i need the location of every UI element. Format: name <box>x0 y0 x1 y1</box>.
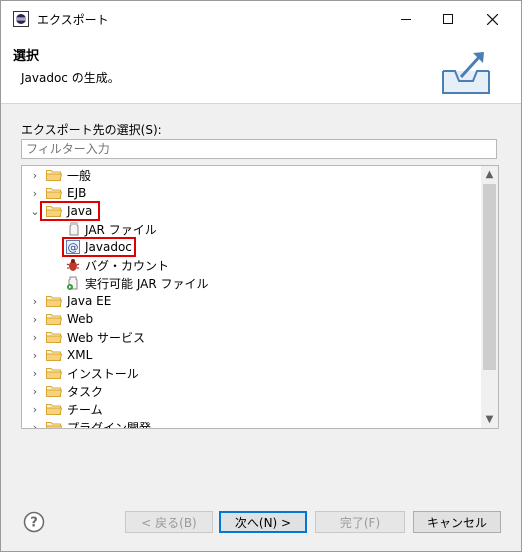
minimize-icon <box>401 19 411 20</box>
tree-item-label: タスク <box>67 384 104 399</box>
help-icon[interactable]: ? <box>23 511 45 533</box>
tree-item-label: EJB <box>67 186 87 200</box>
folder-icon <box>46 314 62 325</box>
folder-icon <box>46 386 62 397</box>
close-button[interactable] <box>469 1 515 37</box>
tree-scrollbar[interactable]: ▲ ▼ <box>481 166 498 428</box>
scroll-up-arrow-icon[interactable]: ▲ <box>481 166 498 183</box>
tree-item-label: チーム <box>67 402 103 417</box>
export-dialog: エクスポート 選択 Javadoc の生成。 エクスポート先の選択(S): › <box>0 0 522 552</box>
tree-item-label: 一般 <box>67 168 92 183</box>
tree-item-label: JAR ファイル <box>85 222 157 237</box>
folder-icon <box>46 368 62 379</box>
tree-item-general[interactable]: › 一般 <box>22 166 482 184</box>
tree-item-label: XML <box>67 348 93 362</box>
tree-item-bug-count[interactable]: バグ・カウント <box>22 256 482 274</box>
java-highlight-box <box>40 201 100 221</box>
jar-file-icon <box>69 222 79 236</box>
folder-icon <box>46 188 62 199</box>
scrollbar-thumb[interactable] <box>483 184 496 370</box>
svg-text:?: ? <box>30 516 38 531</box>
close-icon <box>486 13 498 25</box>
expand-chevron-icon[interactable]: › <box>30 292 40 310</box>
tree-item-runnable-jar[interactable]: 実行可能 JAR ファイル <box>22 274 482 292</box>
bug-icon <box>66 259 80 271</box>
page-title: 選択 <box>13 49 40 64</box>
javadoc-highlight-box <box>62 237 136 257</box>
tree-item-label: Java EE <box>67 294 112 308</box>
expand-chevron-icon[interactable]: › <box>30 364 40 382</box>
expand-chevron-icon[interactable]: › <box>30 328 40 346</box>
filter-input[interactable] <box>21 139 497 159</box>
window-title: エクスポート <box>37 13 109 27</box>
cancel-button[interactable]: キャンセル <box>413 511 501 533</box>
expand-chevron-icon[interactable]: › <box>30 400 40 418</box>
tree-item-ejb[interactable]: › EJB <box>22 184 482 202</box>
wizard-header: 選択 Javadoc の生成。 <box>1 37 521 104</box>
tree-item-jar-file[interactable]: JAR ファイル <box>22 220 482 238</box>
minimize-button[interactable] <box>383 1 429 37</box>
expand-chevron-icon[interactable]: › <box>30 310 40 328</box>
tree-item-label: プラグイン開発 <box>67 420 152 429</box>
export-destination-label: エクスポート先の選択(S): <box>21 123 162 137</box>
eclipse-app-icon <box>13 11 29 27</box>
runnable-jar-icon <box>67 276 78 290</box>
tree-item-label: Web サービス <box>67 330 145 345</box>
tree-item-xml[interactable]: › XML <box>22 346 482 364</box>
folder-icon <box>46 422 62 428</box>
tree-item-label: 実行可能 JAR ファイル <box>85 276 209 291</box>
folder-icon <box>46 404 62 415</box>
tree-item-plugin-dev[interactable]: › プラグイン開発 <box>22 418 482 428</box>
folder-icon <box>46 170 62 181</box>
title-bar: エクスポート <box>1 1 521 37</box>
tree-item-web-services[interactable]: › Web サービス <box>22 328 482 346</box>
tree-viewport: › 一般 › EJB ⌄ Java JAR ファイル @ Javadoc バグ・… <box>22 166 482 428</box>
folder-icon <box>46 296 62 307</box>
expand-chevron-icon[interactable]: › <box>30 346 40 364</box>
expand-chevron-icon[interactable]: › <box>30 418 40 429</box>
expand-chevron-icon[interactable]: › <box>30 166 40 184</box>
finish-button[interactable]: 完了(F) <box>315 511 405 533</box>
scroll-down-arrow-icon[interactable]: ▼ <box>481 411 498 428</box>
export-banner-icon <box>442 52 490 94</box>
tree-item-label: インストール <box>67 366 139 381</box>
wizard-footer: ? < 戻る(B) 次へ(N) > 完了(F) キャンセル <box>1 499 521 551</box>
tree-item-label: Web <box>67 312 94 326</box>
wizard-tree: › 一般 › EJB ⌄ Java JAR ファイル @ Javadoc バグ・… <box>21 165 499 429</box>
next-button[interactable]: 次へ(N) > <box>219 511 307 533</box>
page-description: Javadoc の生成。 <box>21 71 120 85</box>
tree-item-team[interactable]: › チーム <box>22 400 482 418</box>
folder-icon <box>46 350 62 361</box>
maximize-icon <box>443 14 453 24</box>
tree-item-label: バグ・カウント <box>85 258 170 273</box>
tree-item-task[interactable]: › タスク <box>22 382 482 400</box>
expand-chevron-icon[interactable]: › <box>30 184 40 202</box>
back-button[interactable]: < 戻る(B) <box>125 511 213 533</box>
expand-chevron-icon[interactable]: › <box>30 382 40 400</box>
collapse-chevron-icon[interactable]: ⌄ <box>30 202 40 220</box>
folder-icon <box>46 332 62 343</box>
tree-item-install[interactable]: › インストール <box>22 364 482 382</box>
tree-item-web[interactable]: › Web <box>22 310 482 328</box>
tree-item-java-ee[interactable]: › Java EE <box>22 292 482 310</box>
maximize-button[interactable] <box>425 1 471 37</box>
